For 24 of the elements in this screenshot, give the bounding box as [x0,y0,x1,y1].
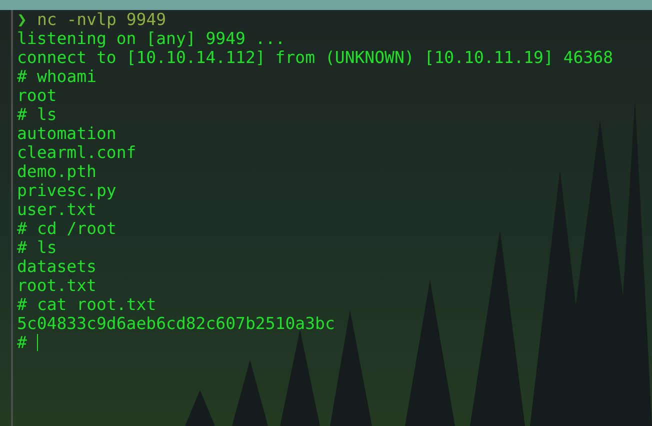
command-text: ls [36,105,57,124]
output-line: root [17,86,57,105]
command-text: cd /root [36,219,116,238]
output-line: datasets [17,257,96,276]
prompt-symbol: # [17,105,27,124]
prompt-symbol: # [17,67,27,86]
prompt-symbol: # [17,238,27,257]
output-line: user.txt [17,200,96,219]
output-line: privesc.py [17,181,116,200]
prompt-symbol: # [17,333,27,352]
command-text: cat root.txt [36,295,156,314]
output-line: clearml.conf [17,143,136,162]
output-line: root.txt [17,276,96,295]
prompt-symbol: # [17,219,27,238]
prompt-symbol: # [17,295,27,314]
output-line: connect to [10.10.14.112] from (UNKNOWN) [10.10.11.19] 46368 [17,48,614,67]
command-text: nc -nvlp 9949 [36,10,166,29]
command-text: ls [36,238,57,257]
prompt-symbol: ❯ [17,10,27,29]
output-line: 5c04833c9d6aeb6cd82c607b2510a3bc [17,314,335,333]
command-text: whoami [36,67,97,86]
output-line: demo.pth [17,162,96,181]
output-line: automation [17,124,116,143]
output-line: listening on [any] 9949 ... [17,29,286,48]
